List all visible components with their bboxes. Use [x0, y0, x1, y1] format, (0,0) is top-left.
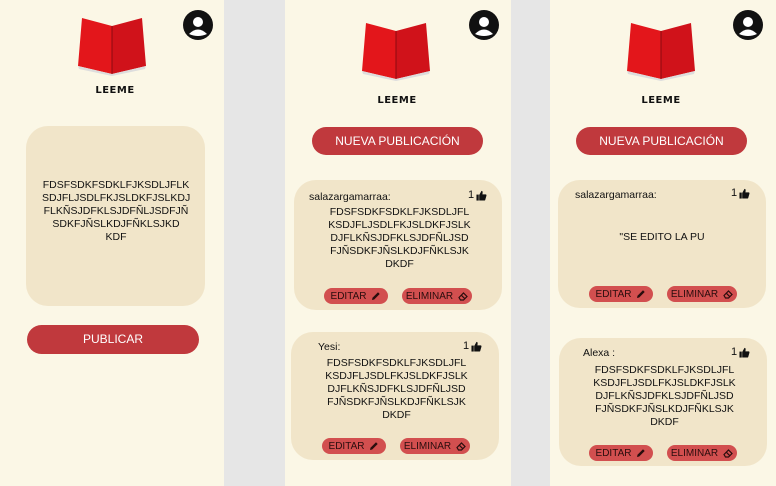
book-logo-icon	[362, 23, 430, 81]
delete-label: ELIMINAR	[670, 447, 719, 459]
edit-label: EDITAR	[328, 440, 365, 452]
post-text: FDSFSDKFSDKLFJKSDLJFL KSDJFLJSDLFKJSLDKF…	[325, 357, 468, 421]
like-count: 1	[463, 340, 470, 352]
delete-button[interactable]: ELIMINAR	[667, 445, 737, 461]
brand-title: LEEME	[95, 85, 135, 96]
thumbs-up-icon[interactable]	[476, 190, 487, 201]
post-text: FDSFSDKFSDKLFJKSDLJFL KSDJFLJSDLFKJSLDKF…	[328, 206, 471, 270]
eraser-icon	[458, 292, 468, 301]
publish-button[interactable]: PUBLICAR	[27, 325, 199, 354]
new-post-button[interactable]: NUEVA PUBLICACIÓN	[312, 127, 483, 155]
pencil-icon	[372, 292, 381, 300]
edit-label: EDITAR	[330, 290, 367, 302]
pencil-icon	[370, 442, 379, 450]
thumbs-up-icon[interactable]	[739, 188, 750, 199]
post-card: Alexa : 1 FDSFSDKFSDKLFJKSDLJFL KSDJFLJS…	[559, 338, 767, 466]
post-text: "SE EDITO LA PU	[619, 231, 705, 243]
eraser-icon	[723, 290, 733, 299]
delete-label: ELIMINAR	[670, 288, 719, 300]
screen-feed-edited: LEEME NUEVA PUBLICACIÓN salazargamarraa:…	[550, 0, 776, 486]
screen-feed: LEEME NUEVA PUBLICACIÓN salazargamarraa:…	[285, 0, 511, 486]
brand-title: LEEME	[641, 95, 681, 106]
like-counter[interactable]: 1	[731, 187, 750, 199]
thumbs-up-icon[interactable]	[471, 341, 482, 352]
eraser-icon	[723, 449, 733, 458]
like-counter[interactable]: 1	[731, 346, 750, 358]
eraser-icon	[456, 442, 466, 451]
post-card: salazargamarraa: 1 "SE EDITO LA PU EDITA…	[558, 180, 766, 308]
edit-button[interactable]: EDITAR	[589, 286, 653, 302]
draft-text-area[interactable]: FDSFSDKFSDKLFJKSDLJFLK SDJFLJSDLFKJSLDKF…	[26, 126, 205, 306]
post-author: salazargamarraa:	[309, 191, 391, 203]
pencil-icon	[637, 290, 646, 298]
like-count: 1	[468, 189, 475, 201]
post-card: Yesi: 1 FDSFSDKFSDKLFJKSDLJFL KSDJFLJSDL…	[291, 332, 499, 460]
post-author: salazargamarraa:	[575, 189, 657, 201]
post-author: Yesi:	[318, 341, 341, 353]
screen-publish: LEEME FDSFSDKFSDKLFJKSDLJFLK SDJFLJSDLFK…	[0, 0, 224, 486]
new-post-button[interactable]: NUEVA PUBLICACIÓN	[576, 127, 747, 155]
delete-label: ELIMINAR	[403, 440, 452, 452]
draft-text: FDSFSDKFSDKLFJKSDLJFLK SDJFLJSDLFKJSLDKF…	[42, 179, 191, 243]
like-count: 1	[731, 187, 738, 199]
delete-button[interactable]: ELIMINAR	[400, 438, 470, 454]
like-count: 1	[731, 346, 738, 358]
edit-button[interactable]: EDITAR	[324, 288, 388, 304]
user-avatar-icon[interactable]	[183, 10, 213, 40]
user-avatar-icon[interactable]	[733, 10, 763, 40]
like-counter[interactable]: 1	[468, 189, 487, 201]
post-card: salazargamarraa: 1 FDSFSDKFSDKLFJKSDLJFL…	[294, 180, 502, 310]
brand-title: LEEME	[377, 95, 417, 106]
user-avatar-icon[interactable]	[469, 10, 499, 40]
book-logo-icon	[627, 23, 695, 81]
book-logo-icon	[78, 18, 146, 76]
post-author: Alexa :	[583, 347, 616, 359]
post-text: FDSFSDKFSDKLFJKSDLJFL KSDJFLJSDLFKJSLDKF…	[593, 364, 736, 428]
delete-button[interactable]: ELIMINAR	[402, 288, 472, 304]
delete-button[interactable]: ELIMINAR	[667, 286, 737, 302]
thumbs-up-icon[interactable]	[739, 347, 750, 358]
like-counter[interactable]: 1	[463, 340, 482, 352]
edit-label: EDITAR	[595, 288, 632, 300]
pencil-icon	[637, 449, 646, 457]
edit-button[interactable]: EDITAR	[322, 438, 386, 454]
delete-label: ELIMINAR	[405, 290, 454, 302]
edit-button[interactable]: EDITAR	[589, 445, 653, 461]
edit-label: EDITAR	[595, 447, 632, 459]
